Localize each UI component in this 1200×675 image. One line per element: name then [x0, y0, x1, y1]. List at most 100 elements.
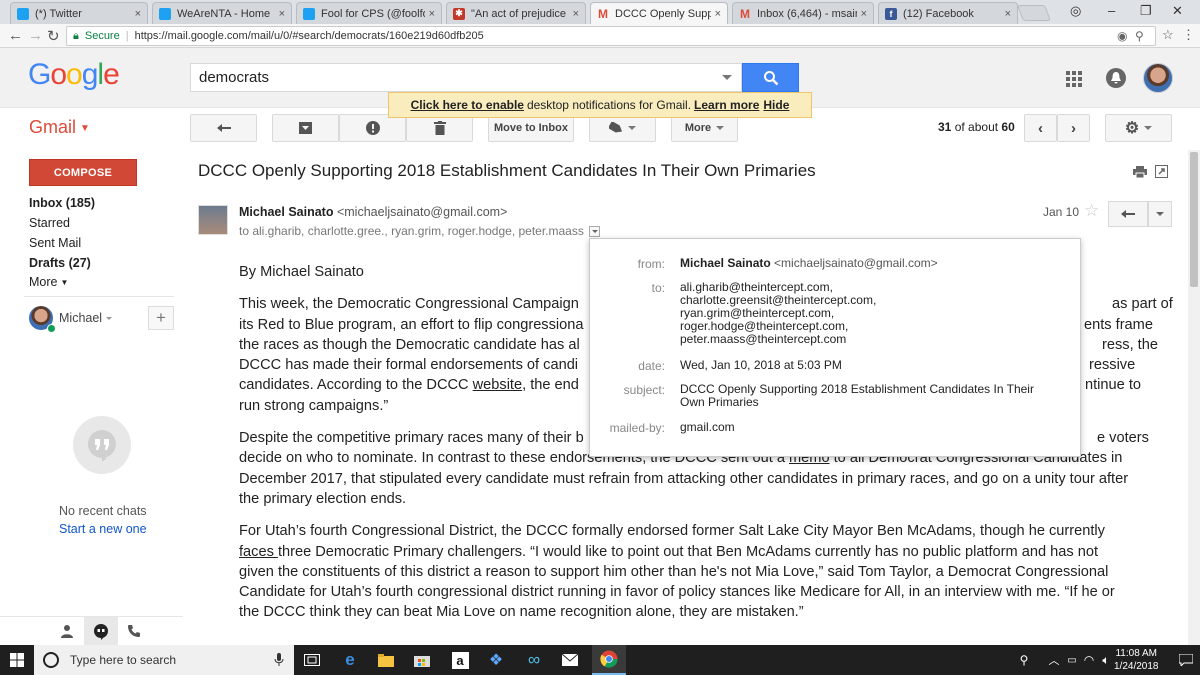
- mail-app-icon[interactable]: [556, 645, 584, 675]
- browser-tab-twitter[interactable]: (*) Twitter ×: [10, 2, 148, 24]
- gmail-label-text: Gmail: [29, 117, 77, 137]
- trash-icon: [433, 121, 446, 135]
- account-avatar[interactable]: [1143, 63, 1173, 93]
- close-tab-icon[interactable]: ×: [715, 8, 721, 20]
- reload-icon[interactable]: ↻: [47, 27, 60, 45]
- close-tab-icon[interactable]: ×: [429, 8, 435, 20]
- amazon-icon[interactable]: a: [446, 645, 474, 675]
- url-field[interactable]: 🔒︎ Secure | https://mail.google.com/mail…: [66, 26, 1156, 46]
- google-logo[interactable]: Google: [28, 58, 120, 92]
- hide-link[interactable]: Hide: [763, 98, 789, 112]
- report-spam-button[interactable]: [339, 114, 406, 142]
- notification-text: desktop notifications for Gmail.: [526, 98, 692, 112]
- file-explorer-icon[interactable]: [372, 645, 400, 675]
- back-arrow-icon[interactable]: ←: [8, 27, 23, 44]
- labels-button[interactable]: [589, 114, 656, 142]
- close-window-icon[interactable]: ✕: [1172, 3, 1183, 19]
- online-status-dot: [47, 324, 56, 333]
- older-button[interactable]: ›: [1057, 114, 1090, 142]
- website-link[interactable]: website: [473, 377, 522, 393]
- open-in-new-window-icon[interactable]: [1155, 165, 1168, 178]
- minimize-icon[interactable]: –: [1108, 3, 1115, 18]
- search-options-caret-icon[interactable]: [722, 75, 732, 80]
- more-label: More: [684, 122, 712, 134]
- tab-title: WeAreNTA - Home: [177, 7, 271, 20]
- newer-button[interactable]: ‹: [1024, 114, 1057, 142]
- task-view-icon[interactable]: [298, 645, 326, 675]
- delete-button[interactable]: [406, 114, 473, 142]
- tab-title: "An act of prejudice aga: [471, 7, 569, 20]
- hangouts-quote-icon: [73, 416, 131, 474]
- sidebar-item-more[interactable]: More ▼: [29, 275, 68, 289]
- learn-more-link[interactable]: Learn more: [694, 98, 759, 112]
- browser-tab-dccc[interactable]: M DCCC Openly Supporting ×: [590, 2, 728, 24]
- browser-tab-wearenta[interactable]: WeAreNTA - Home ×: [152, 2, 292, 24]
- new-tab-button[interactable]: [1017, 5, 1051, 21]
- zoom-icon[interactable]: ⚲: [1135, 29, 1144, 43]
- reply-button[interactable]: [1108, 201, 1148, 227]
- edge-browser-icon[interactable]: e: [336, 645, 364, 675]
- close-tab-icon[interactable]: ×: [573, 8, 579, 20]
- link-infinity-icon[interactable]: ∞: [520, 645, 548, 675]
- hangouts-user-menu[interactable]: Michael: [59, 311, 113, 325]
- hangouts-chat-icon[interactable]: [93, 624, 109, 640]
- start-new-chat-link[interactable]: Start a new one: [59, 522, 147, 536]
- sender-name[interactable]: Michael Sainato: [239, 205, 333, 219]
- compose-button[interactable]: COMPOSE: [29, 159, 137, 186]
- sidebar-item-sent[interactable]: Sent Mail: [29, 236, 81, 250]
- browser-tab-foolforcps[interactable]: Fool for CPS (@foolforcp ×: [296, 2, 442, 24]
- move-to-inbox-button[interactable]: Move to Inbox: [488, 114, 574, 142]
- scrollbar-thumb[interactable]: [1190, 152, 1198, 287]
- bookmark-star-icon[interactable]: ☆: [1162, 27, 1174, 43]
- back-to-search-button[interactable]: [190, 114, 257, 142]
- action-center-icon[interactable]: [1172, 645, 1200, 675]
- sidebar-item-inbox[interactable]: Inbox (185): [29, 196, 95, 210]
- body-text: three Democratic Primary challengers. “I…: [277, 543, 1099, 560]
- browser-tab-prejudice[interactable]: ✱ "An act of prejudice aga ×: [446, 2, 586, 24]
- star-icon[interactable]: ☆: [1084, 201, 1099, 221]
- store-icon[interactable]: [408, 645, 436, 675]
- phone-icon[interactable]: [127, 624, 141, 638]
- windows-start-icon[interactable]: [3, 645, 31, 675]
- notifications-bell-icon[interactable]: [1106, 68, 1126, 88]
- gmail-menu-button[interactable]: Gmail ▼: [29, 117, 90, 138]
- back-arrow-icon: [216, 124, 231, 132]
- chevron-down-icon: ▼: [80, 122, 90, 134]
- archive-button[interactable]: [272, 114, 339, 142]
- close-tab-icon[interactable]: ×: [135, 8, 141, 20]
- restore-icon[interactable]: ❐: [1140, 3, 1152, 19]
- more-actions-button[interactable]: More: [671, 114, 738, 142]
- chevron-down-icon: [1144, 126, 1153, 130]
- sidebar-item-drafts[interactable]: Drafts (27): [29, 256, 91, 270]
- close-tab-icon[interactable]: ×: [279, 8, 285, 20]
- people-icon[interactable]: ⚲: [1010, 645, 1038, 675]
- browser-menu-icon[interactable]: ⋮: [1182, 27, 1195, 43]
- dropbox-icon[interactable]: ❖: [482, 645, 510, 675]
- forward-arrow-icon[interactable]: →: [28, 27, 43, 44]
- profile-icon[interactable]: ◎: [1070, 3, 1081, 19]
- chrome-taskbar-icon[interactable]: [592, 645, 626, 675]
- close-tab-icon[interactable]: ×: [861, 8, 867, 20]
- taskbar-search-box[interactable]: Type here to search: [34, 645, 294, 675]
- close-tab-icon[interactable]: ×: [1005, 8, 1011, 20]
- sender-avatar[interactable]: [198, 205, 228, 235]
- details-mailed-by-value: gmail.com: [680, 420, 735, 434]
- enable-notifications-link[interactable]: Click here to enable: [411, 98, 524, 112]
- contacts-person-icon[interactable]: [60, 624, 74, 638]
- browser-tab-facebook[interactable]: f (12) Facebook ×: [878, 2, 1018, 24]
- apps-grid-icon[interactable]: [1066, 71, 1082, 87]
- print-icon[interactable]: [1133, 166, 1147, 178]
- show-details-caret-icon[interactable]: [589, 226, 600, 237]
- faces-link[interactable]: faces: [239, 544, 278, 560]
- message-more-options-button[interactable]: [1148, 201, 1172, 227]
- tracking-icon[interactable]: ◉: [1117, 29, 1127, 43]
- taskbar-clock[interactable]: 11:08 AM 1/24/2018: [1114, 647, 1159, 673]
- body-text: its Red to Blue program, an effort to fl…: [239, 316, 584, 333]
- search-button[interactable]: [742, 63, 799, 92]
- browser-tab-inbox[interactable]: M Inbox (6,464) - msainat1 ×: [732, 2, 874, 24]
- search-input[interactable]: democrats: [190, 63, 742, 92]
- sidebar-item-starred[interactable]: Starred: [29, 216, 70, 230]
- settings-button[interactable]: ⚙: [1105, 114, 1172, 142]
- count-of-label: of about: [954, 120, 999, 134]
- new-chat-plus-button[interactable]: +: [148, 306, 174, 330]
